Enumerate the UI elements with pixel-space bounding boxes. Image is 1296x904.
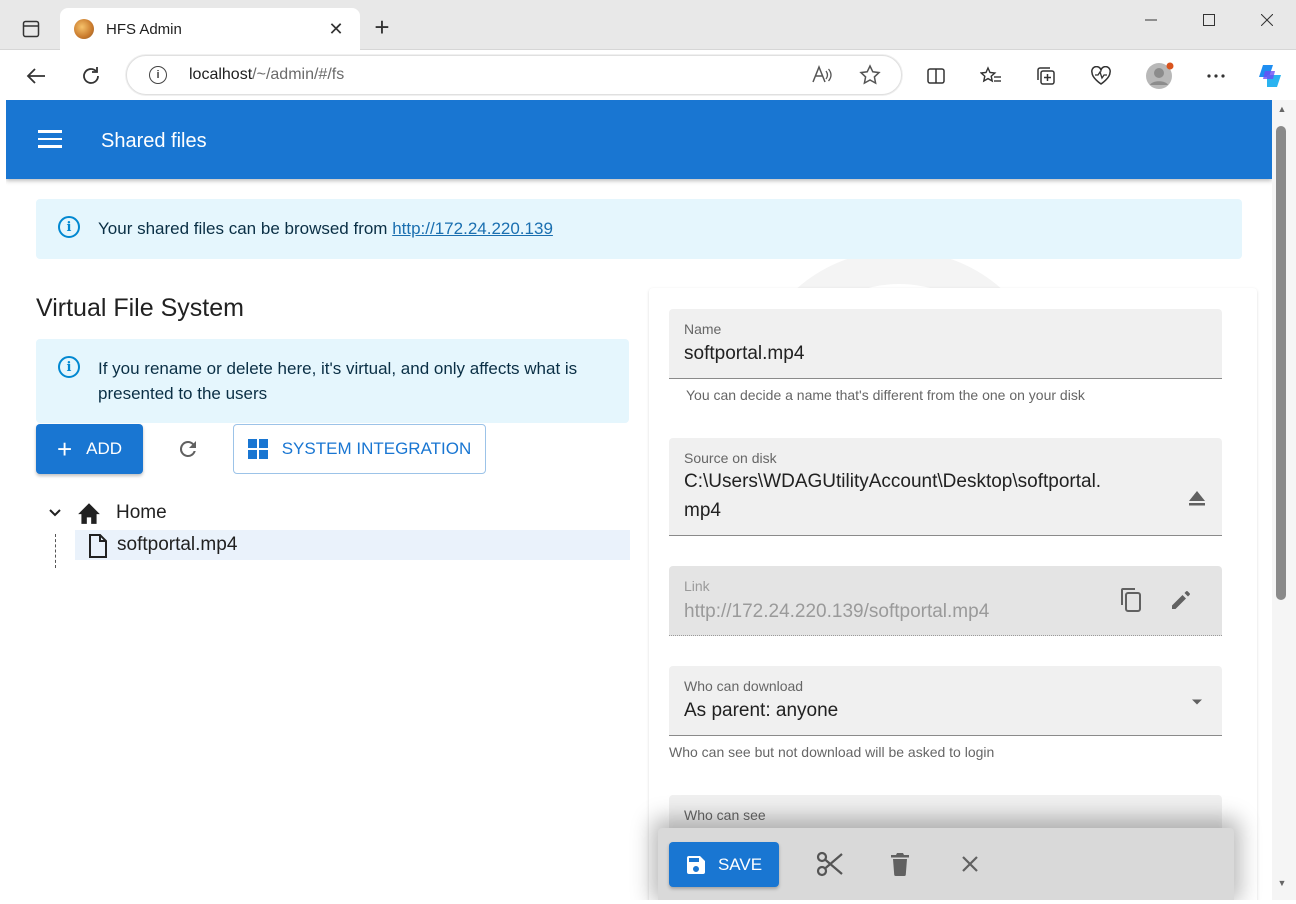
system-integration-button[interactable]: SYSTEM INTEGRATION [233,424,486,474]
info-icon: i [58,356,80,378]
add-button-label: ADD [86,439,123,458]
who-can-download-value[interactable]: As parent: anyone [684,700,838,722]
sidebar-toggle-icon[interactable] [12,10,50,48]
action-bar: SAVE [658,828,1234,900]
eject-icon[interactable] [1185,486,1209,510]
source-field[interactable]: Source on disk C:\Users\WDAGUtilityAccou… [669,438,1222,536]
file-properties-panel: Name softportal.mp4 You can decide a nam… [649,288,1257,900]
browser-essentials-icon[interactable] [1083,58,1119,94]
add-button[interactable]: + ADD [36,424,143,474]
vfs-notice-text: If you rename or delete here, it's virtu… [98,359,578,403]
edit-pencil-icon[interactable] [1167,586,1195,614]
copilot-icon[interactable] [1252,58,1288,94]
page-viewport: Shared files i Your shared files can be … [6,100,1272,900]
close-window-icon[interactable] [1238,0,1296,40]
browse-url-alert: i Your shared files can be browsed from … [36,199,1242,259]
site-info-icon[interactable]: i [149,66,167,84]
tab-close-icon[interactable]: ✕ [326,19,346,40]
scroll-down-icon[interactable]: ▼ [1276,878,1288,888]
home-icon [76,501,102,525]
info-icon: i [58,216,80,238]
system-integration-label: SYSTEM INTEGRATION [281,439,472,458]
favorites-icon[interactable] [973,58,1009,94]
scrollbar-thumb[interactable] [1276,126,1286,600]
vfs-title: Virtual File System [36,294,244,322]
maximize-icon[interactable] [1180,0,1238,40]
alert-message: Your shared files can be browsed from [98,219,393,238]
browser-titlebar: HFS Admin ✕ + [0,0,1296,50]
reload-tree-button[interactable] [171,432,205,466]
tab-title: HFS Admin [106,20,182,38]
name-field-label: Name [684,321,722,337]
save-button-label: SAVE [717,854,763,874]
link-field-value: http://172.24.220.139/softportal.mp4 [684,601,990,622]
cut-icon[interactable] [814,848,846,880]
more-options-icon[interactable] [1198,58,1234,94]
who-can-download-select[interactable]: Who can download As parent: anyone [669,666,1222,736]
browser-tab[interactable]: HFS Admin ✕ [60,8,360,50]
minimize-icon[interactable] [1122,0,1180,40]
url-host: localhost [189,66,253,83]
name-helper-text: You can decide a name that's different f… [686,387,1085,403]
source-field-label: Source on disk [684,450,777,466]
back-icon[interactable] [18,58,54,94]
name-field[interactable]: Name softportal.mp4 [669,309,1222,379]
url-path: /~/admin/#/fs [252,66,345,83]
browse-url-link[interactable]: http://172.24.220.139 [392,219,553,238]
tree-item-home[interactable]: Home [36,496,630,530]
who-can-download-label: Who can download [684,678,804,694]
split-screen-icon[interactable] [918,58,954,94]
close-icon[interactable] [954,848,986,880]
hfs-favicon-icon [74,19,94,39]
delete-trash-icon[interactable] [884,848,916,880]
refresh-icon [179,440,196,457]
tree-item-label: softportal.mp4 [117,534,238,555]
tree-guide-line [55,534,56,568]
collections-icon[interactable] [1028,58,1064,94]
windows-logo-icon [247,439,268,459]
window-controls [1122,0,1296,40]
new-tab-button[interactable]: + [368,14,396,42]
plus-icon: + [56,434,73,464]
app-bar: Shared files [6,100,1272,179]
download-helper-text: Who can see but not download will be ask… [669,744,995,760]
tree-item-file[interactable]: softportal.mp4 [75,530,630,560]
file-icon [87,533,109,559]
alert-text: Your shared files can be browsed from ht… [98,216,553,241]
link-field-label: Link [684,578,710,594]
save-button[interactable]: SAVE [669,842,779,887]
link-field: Link http://172.24.220.139/softportal.mp… [669,566,1222,636]
dropdown-arrow-icon[interactable] [1185,692,1209,712]
copy-icon[interactable] [1117,586,1145,614]
page-title: Shared files [101,130,207,152]
menu-icon[interactable] [38,130,62,148]
add-favorite-star-icon[interactable] [859,64,881,91]
refresh-icon[interactable] [73,58,109,94]
name-field-value[interactable]: softportal.mp4 [684,343,804,365]
source-field-value-line2[interactable]: mp4 [684,500,721,522]
vfs-notice-alert: i If you rename or delete here, it's vir… [36,339,629,423]
profile-avatar-icon[interactable] [1141,58,1177,94]
save-icon [686,855,706,875]
chevron-down-icon[interactable] [46,508,64,518]
read-aloud-icon[interactable] [811,64,833,91]
address-bar[interactable]: i localhost/~/admin/#/fs [126,55,902,95]
tree-item-label: Home [116,502,167,523]
source-field-value-line1[interactable]: C:\Users\WDAGUtilityAccount\Desktop\soft… [684,471,1101,493]
scroll-up-icon[interactable]: ▲ [1276,104,1288,114]
vfs-tree: Home softportal.mp4 [36,496,630,560]
who-can-see-label: Who can see [684,807,766,823]
